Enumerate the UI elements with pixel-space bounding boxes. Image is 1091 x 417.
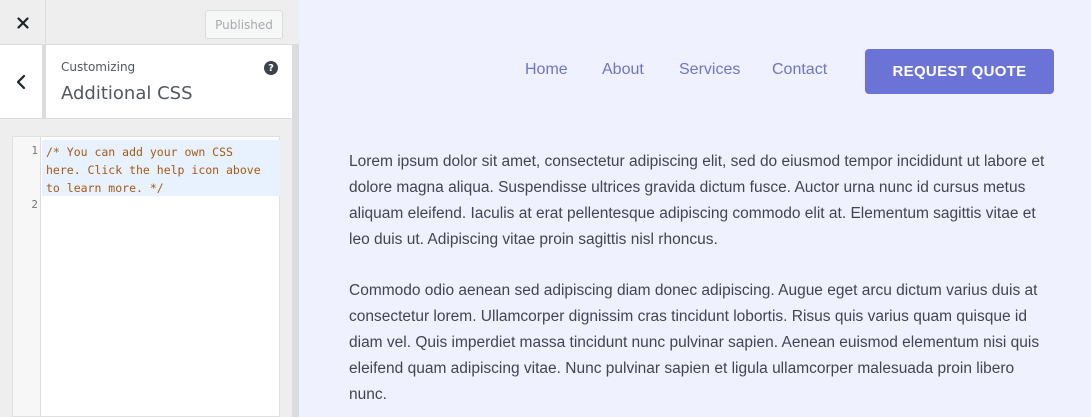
- published-button[interactable]: Published: [205, 10, 283, 39]
- request-quote-button[interactable]: REQUEST QUOTE: [865, 49, 1054, 94]
- customizer-sidebar: Published Customizing Additional CSS ? 1…: [0, 0, 299, 417]
- nav-link-about[interactable]: About: [602, 61, 644, 79]
- sidebar-scrollbar[interactable]: [292, 45, 299, 417]
- body-paragraph: Commodo odio aenean sed adipiscing diam …: [349, 282, 1040, 403]
- line-number: 2: [31, 198, 38, 211]
- close-button[interactable]: [0, 0, 46, 45]
- line-number: 1: [31, 144, 38, 157]
- back-button[interactable]: [0, 45, 46, 119]
- nav-link-home[interactable]: Home: [525, 61, 568, 79]
- css-code-editor[interactable]: 1 2 /* You can add your own CSS here. Cl…: [12, 136, 280, 417]
- nav-link-services[interactable]: Services: [679, 61, 740, 79]
- customizer-topbar: Published: [0, 0, 299, 45]
- code-comment-line[interactable]: /* You can add your own CSS here. Click …: [42, 140, 280, 196]
- site-preview: Home About Services Contact REQUEST QUOT…: [299, 0, 1091, 417]
- close-icon: [16, 16, 29, 29]
- help-icon[interactable]: ?: [264, 61, 278, 75]
- panel-subtitle: Customizing: [61, 60, 136, 74]
- panel-title: Additional CSS: [61, 83, 193, 104]
- body-paragraph: Lorem ipsum dolor sit amet, consectetur …: [349, 153, 1045, 248]
- panel-header: Customizing Additional CSS ?: [0, 45, 292, 119]
- chevron-left-icon: [16, 74, 26, 90]
- nav-link-contact[interactable]: Contact: [772, 61, 827, 79]
- editor-gutter: 1 2: [13, 137, 41, 416]
